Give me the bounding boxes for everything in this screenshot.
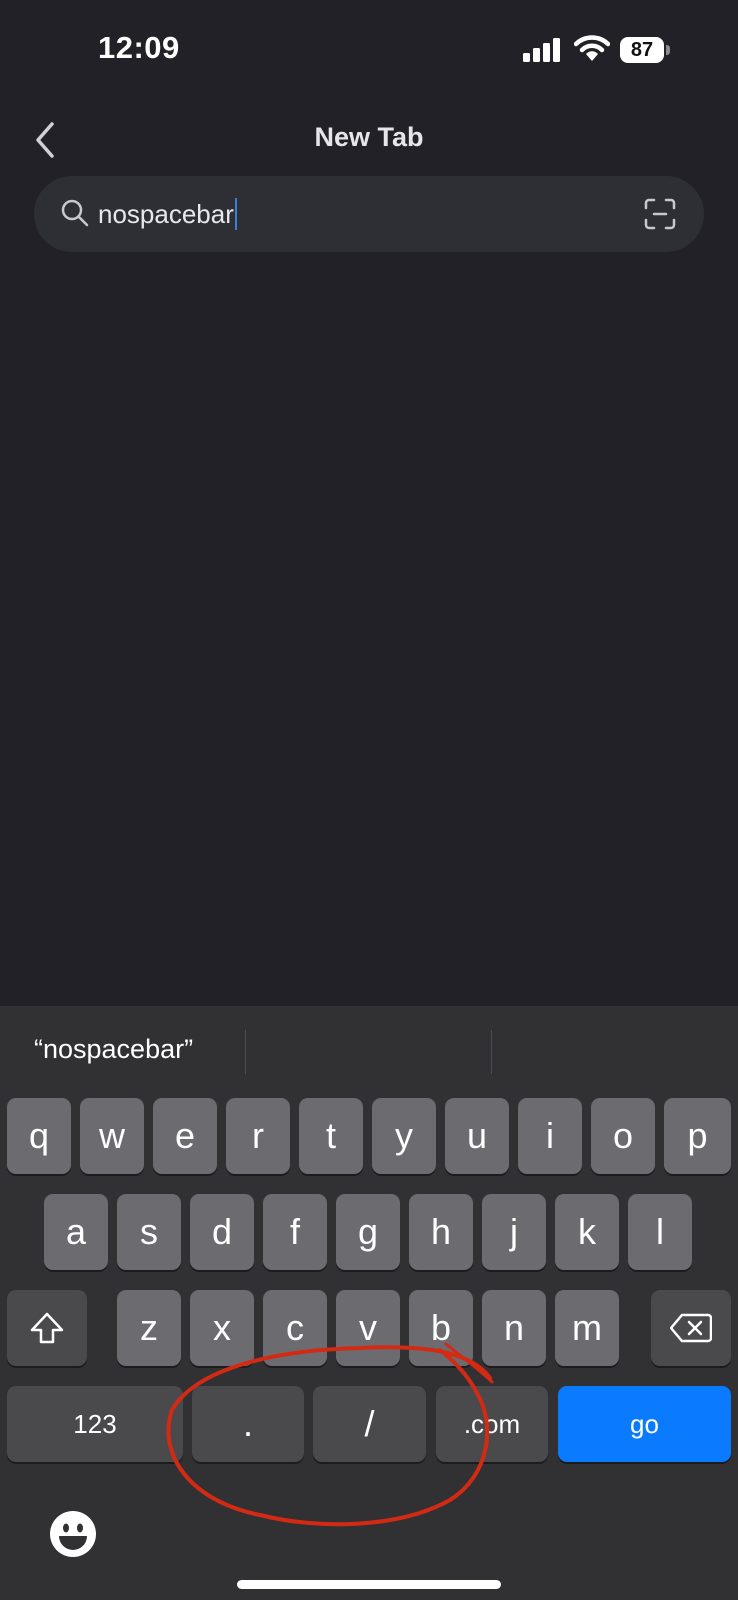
status-time: 12:09 xyxy=(98,30,180,65)
dot-key[interactable]: . xyxy=(192,1386,304,1462)
wifi-icon xyxy=(574,35,610,61)
search-bar[interactable]: nospacebar xyxy=(34,176,704,252)
battery-level: 87 xyxy=(630,38,654,61)
battery-cap xyxy=(666,45,670,55)
battery-indicator: 87 xyxy=(620,37,664,63)
key-j[interactable]: j xyxy=(482,1194,546,1270)
scan-icon[interactable] xyxy=(644,198,676,230)
keyboard: “nospacebar” q w e r t y u i o p a s d f… xyxy=(0,1006,738,1600)
key-k[interactable]: k xyxy=(555,1194,619,1270)
home-indicator[interactable] xyxy=(237,1580,501,1589)
search-input-value: nospacebar xyxy=(98,198,234,229)
go-key[interactable]: go xyxy=(558,1386,731,1462)
key-q[interactable]: q xyxy=(7,1098,71,1174)
search-input[interactable]: nospacebar xyxy=(98,198,237,230)
suggestion-divider xyxy=(491,1030,492,1074)
suggestion-bar: “nospacebar” xyxy=(0,1006,738,1096)
page-title: New Tab xyxy=(314,122,424,152)
key-t[interactable]: t xyxy=(299,1098,363,1174)
text-caret xyxy=(234,198,237,230)
key-u[interactable]: u xyxy=(445,1098,509,1174)
backspace-icon xyxy=(670,1313,712,1343)
key-n[interactable]: n xyxy=(482,1290,546,1366)
cellular-signal-icon xyxy=(523,38,560,62)
key-p[interactable]: p xyxy=(664,1098,731,1174)
numbers-key[interactable]: 123 xyxy=(7,1386,183,1462)
key-z[interactable]: z xyxy=(117,1290,181,1366)
key-o[interactable]: o xyxy=(591,1098,655,1174)
suggestion-divider xyxy=(245,1030,246,1074)
shift-icon xyxy=(30,1312,64,1344)
key-b[interactable]: b xyxy=(409,1290,473,1366)
key-y[interactable]: y xyxy=(372,1098,436,1174)
key-c[interactable]: c xyxy=(263,1290,327,1366)
dotcom-key[interactable]: .com xyxy=(436,1386,548,1462)
key-g[interactable]: g xyxy=(336,1194,400,1270)
key-a[interactable]: a xyxy=(44,1194,108,1270)
key-x[interactable]: x xyxy=(190,1290,254,1366)
search-icon xyxy=(61,199,89,227)
key-m[interactable]: m xyxy=(555,1290,619,1366)
emoji-icon[interactable] xyxy=(49,1510,97,1558)
key-e[interactable]: e xyxy=(153,1098,217,1174)
delete-key[interactable] xyxy=(651,1290,731,1366)
suggestion-item[interactable]: “nospacebar” xyxy=(34,1034,193,1065)
key-s[interactable]: s xyxy=(117,1194,181,1270)
shift-key[interactable] xyxy=(7,1290,87,1366)
key-l[interactable]: l xyxy=(628,1194,692,1270)
key-w[interactable]: w xyxy=(80,1098,144,1174)
key-d[interactable]: d xyxy=(190,1194,254,1270)
status-bar: 12:09 87 xyxy=(0,0,738,100)
key-f[interactable]: f xyxy=(263,1194,327,1270)
key-h[interactable]: h xyxy=(409,1194,473,1270)
key-r[interactable]: r xyxy=(226,1098,290,1174)
slash-key[interactable]: / xyxy=(313,1386,426,1462)
key-v[interactable]: v xyxy=(336,1290,400,1366)
key-i[interactable]: i xyxy=(518,1098,582,1174)
